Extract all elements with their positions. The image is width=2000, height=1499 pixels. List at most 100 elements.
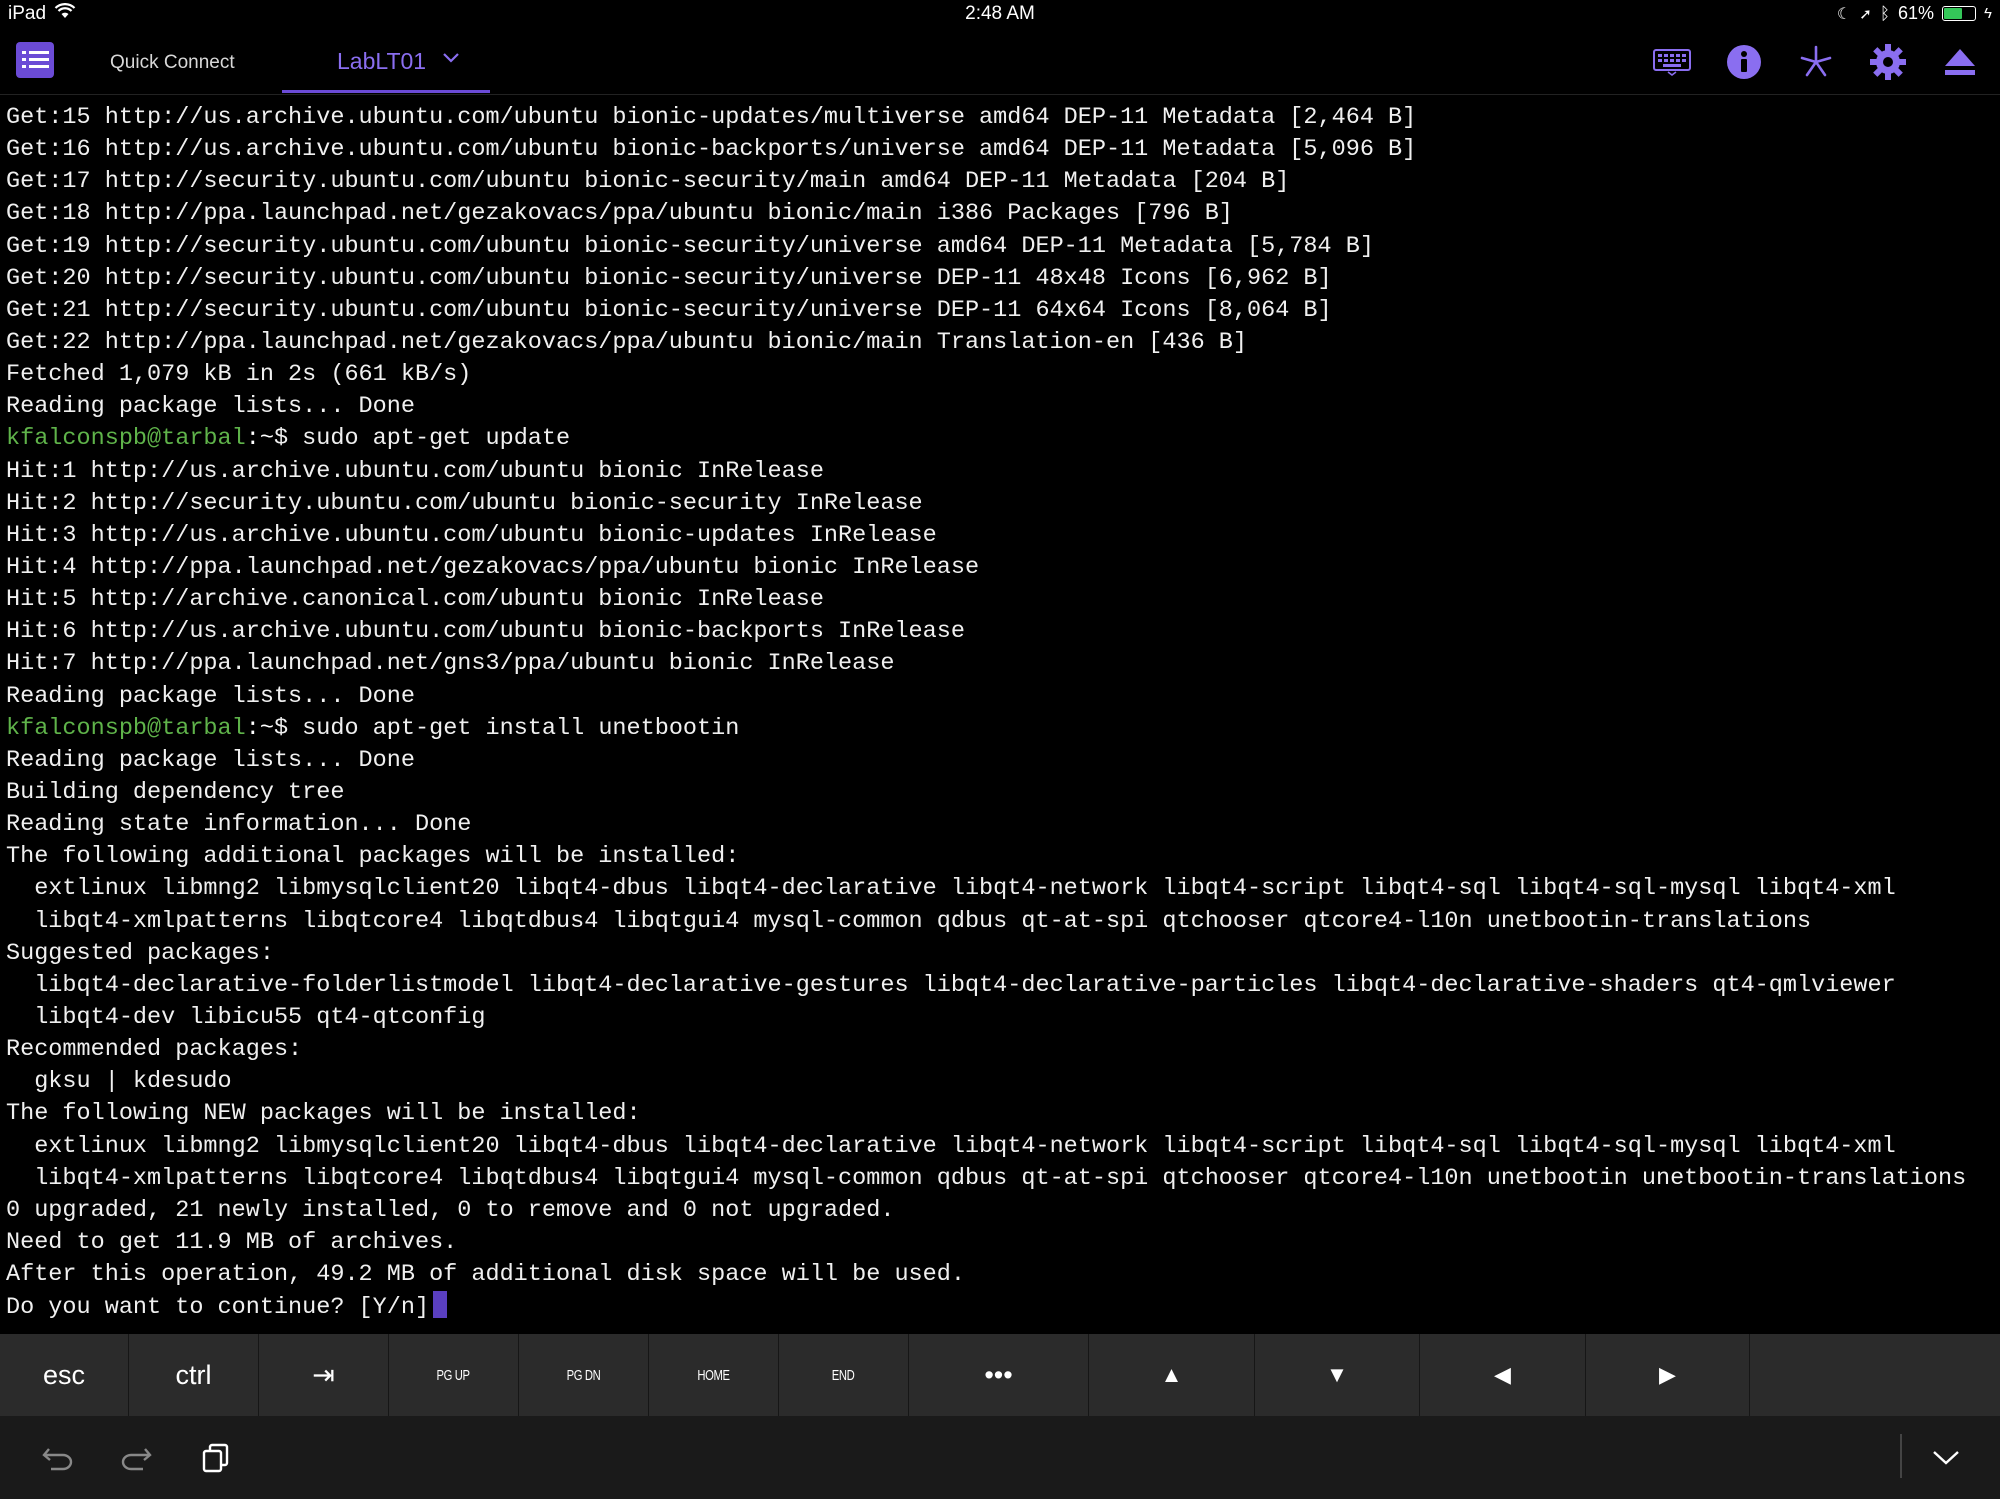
terminal-line-text: Hit:6 http://us.archive.ubuntu.com/ubunt… — [6, 618, 965, 646]
terminal-line: Recommended packages: — [6, 1034, 1996, 1066]
prompt-user: kfalconspb@tarbal — [6, 425, 246, 453]
arrow-right-key-label: ▶ — [1659, 1362, 1676, 1387]
status-bar: iPad 2:48 AM ☾ ➚ ᛒ 61% ϟ — [0, 0, 2000, 30]
terminal-line-text: gksu | kdesudo — [6, 1068, 232, 1096]
page-up-key-label: PG UP — [436, 1366, 471, 1384]
arrow-up-key-label: ▲ — [1160, 1362, 1183, 1387]
terminal-line: Get:22 http://ppa.launchpad.net/gezakova… — [6, 327, 1996, 359]
terminal-line-text: Reading package lists... Done — [6, 393, 415, 421]
terminal-line-text: The following additional packages will b… — [6, 843, 740, 871]
moon-icon: ☾ — [1836, 5, 1852, 23]
battery-level — [1944, 8, 1962, 19]
tab-active-session[interactable]: LabLT01 — [282, 30, 490, 93]
terminal-line-text: Get:21 http://security.ubuntu.com/ubuntu… — [6, 296, 1332, 324]
terminal-line-text: libqt4-xmlpatterns libqtcore4 libqtdbus4… — [6, 1164, 1967, 1192]
arrow-right-key[interactable]: ▶ — [1586, 1334, 1750, 1416]
terminal-line-text: Do you want to continue? [Y/n] — [6, 1294, 430, 1322]
terminal-line-text: 0 upgraded, 21 newly installed, 0 to rem… — [6, 1196, 895, 1224]
prompt-user: kfalconspb@tarbal — [6, 714, 246, 742]
home-key[interactable]: HOME — [649, 1334, 779, 1416]
arrow-down-key-label: ▼ — [1326, 1362, 1348, 1387]
prompt-command: $ sudo apt-get install unetbootin — [273, 714, 740, 742]
clipboard-icon[interactable] — [196, 1438, 236, 1478]
terminal-line: gksu | kdesudo — [6, 1066, 1996, 1098]
location-icon: ➚ — [1859, 5, 1872, 23]
terminal-line-text: Reading state information... Done — [6, 811, 472, 839]
extra-keys-bar: esc ctrl ⇥ PG UP PG DN HOME END ••• ▲ ▼ ◀ ▶ — [0, 1334, 2000, 1416]
end-key[interactable]: END — [779, 1334, 909, 1416]
tab-key-label: ⇥ — [312, 1359, 335, 1390]
tab-quick-connect[interactable]: Quick Connect — [110, 52, 235, 74]
terminal-line: The following additional packages will b… — [6, 841, 1996, 873]
hide-keyboard-icon[interactable] — [1926, 1438, 1966, 1478]
terminal-line-text: Hit:5 http://archive.canonical.com/ubunt… — [6, 586, 824, 614]
terminal-line-text: Suggested packages: — [6, 939, 274, 967]
terminal-line-text: libqt4-dev libicu55 qt4-qtconfig — [6, 1003, 486, 1031]
end-key-label: END — [832, 1366, 855, 1384]
terminal-line: Hit:5 http://archive.canonical.com/ubunt… — [6, 584, 1996, 616]
terminal-line-text: Get:15 http://us.archive.ubuntu.com/ubun… — [6, 104, 1417, 131]
terminal-line: Get:18 http://ppa.launchpad.net/gezakova… — [6, 198, 1996, 230]
arrow-down-key[interactable]: ▼ — [1255, 1334, 1420, 1416]
terminal-line: libqt4-declarative-folderlistmodel libqt… — [6, 970, 1996, 1002]
terminal-line: Get:21 http://security.ubuntu.com/ubuntu… — [6, 295, 1996, 327]
terminal-line: Hit:2 http://security.ubuntu.com/ubuntu … — [6, 488, 1996, 520]
terminal-line: Fetched 1,079 kB in 2s (661 kB/s) — [6, 359, 1996, 391]
arrow-left-key[interactable]: ◀ — [1420, 1334, 1586, 1416]
keyboard-icon[interactable] — [1650, 40, 1694, 84]
terminal-line-text: Get:22 http://ppa.launchpad.net/gezakova… — [6, 328, 1248, 356]
prompt-path: :~ — [245, 425, 274, 453]
menu-icon[interactable] — [16, 42, 54, 78]
prompt-path: :~ — [245, 714, 274, 742]
terminal-line: libqt4-dev libicu55 qt4-qtconfig — [6, 1002, 1996, 1034]
bottom-bar — [0, 1416, 2000, 1499]
bluetooth-icon: ᛒ — [1879, 3, 1891, 23]
undo-icon[interactable] — [38, 1438, 78, 1478]
terminal-line-text: Hit:3 http://us.archive.ubuntu.com/ubunt… — [6, 521, 937, 549]
terminal-line: Get:19 http://security.ubuntu.com/ubuntu… — [6, 231, 1996, 263]
terminal-cursor — [433, 1291, 448, 1319]
page-up-key[interactable]: PG UP — [389, 1334, 519, 1416]
terminal-line: 0 upgraded, 21 newly installed, 0 to rem… — [6, 1195, 1996, 1227]
terminal-line: libqt4-xmlpatterns libqtcore4 libqtdbus4… — [6, 906, 1996, 938]
terminal-line: Get:16 http://us.archive.ubuntu.com/ubun… — [6, 134, 1996, 166]
terminal-line: extlinux libmng2 libmysqlclient20 libqt4… — [6, 873, 1996, 905]
info-icon[interactable] — [1722, 40, 1766, 84]
esc-key[interactable]: esc — [0, 1334, 129, 1416]
battery-icon — [1942, 6, 1977, 21]
terminal-line: libqt4-xmlpatterns libqtcore4 libqtdbus4… — [6, 1163, 1996, 1195]
terminal-line: Get:17 http://security.ubuntu.com/ubuntu… — [6, 166, 1996, 198]
chevron-down-icon[interactable] — [442, 48, 460, 69]
gear-icon[interactable] — [1866, 40, 1910, 84]
terminal-line: Hit:4 http://ppa.launchpad.net/gezakovac… — [6, 552, 1996, 584]
terminal-line-text: Fetched 1,079 kB in 2s (661 kB/s) — [6, 361, 472, 389]
asterisk-icon[interactable] — [1794, 40, 1838, 84]
tab-key[interactable]: ⇥ — [259, 1334, 389, 1416]
terminal-line: Do you want to continue? [Y/n] — [6, 1291, 1996, 1323]
redo-icon[interactable] — [116, 1438, 156, 1478]
divider — [1900, 1434, 1902, 1478]
arrow-up-key[interactable]: ▲ — [1089, 1334, 1255, 1416]
terminal-line-text: Building dependency tree — [6, 778, 345, 806]
eject-icon[interactable] — [1938, 40, 1982, 84]
terminal-line: Get:20 http://security.ubuntu.com/ubuntu… — [6, 263, 1996, 295]
terminal-line-text: After this operation, 49.2 MB of additio… — [6, 1261, 965, 1289]
terminal-line-text: Hit:4 http://ppa.launchpad.net/gezakovac… — [6, 553, 980, 581]
terminal-line-text: Hit:2 http://security.ubuntu.com/ubuntu … — [6, 489, 923, 517]
terminal-line-text: The following NEW packages will be insta… — [6, 1100, 641, 1128]
terminal-line: Building dependency tree — [6, 777, 1996, 809]
ctrl-key[interactable]: ctrl — [129, 1334, 259, 1416]
terminal-line: Hit:6 http://us.archive.ubuntu.com/ubunt… — [6, 616, 1996, 648]
more-keys-button[interactable]: ••• — [909, 1334, 1089, 1416]
terminal-line-text: libqt4-xmlpatterns libqtcore4 libqtdbus4… — [6, 907, 1812, 935]
terminal-line: Suggested packages: — [6, 938, 1996, 970]
esc-key-label: esc — [42, 1359, 86, 1390]
terminal-line-text: extlinux libmng2 libmysqlclient20 libqt4… — [6, 875, 1896, 903]
terminal-line: Reading package lists... Done — [6, 391, 1996, 423]
ctrl-key-label: ctrl — [175, 1359, 212, 1390]
terminal-line-text: Recommended packages: — [6, 1036, 303, 1064]
page-down-key[interactable]: PG DN — [519, 1334, 649, 1416]
terminal-line: Reading package lists... Done — [6, 681, 1996, 713]
toolbar: Quick Connect LabLT01 — [0, 30, 2000, 95]
terminal-output[interactable]: Get:15 http://us.archive.ubuntu.com/ubun… — [6, 102, 1996, 1332]
